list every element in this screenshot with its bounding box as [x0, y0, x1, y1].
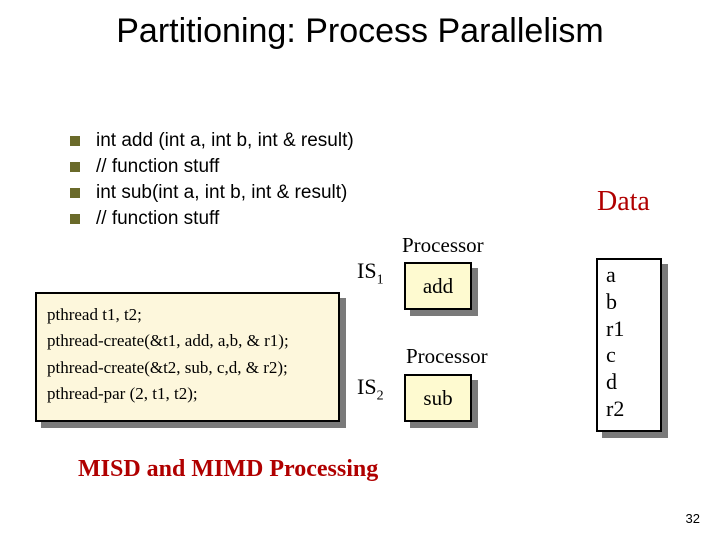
data-label: Data: [597, 186, 650, 218]
add-face: add: [404, 262, 472, 310]
bullet-text: int sub(int a, int b, int & result): [96, 182, 347, 204]
data-box: a b r1 c d r2: [596, 258, 662, 432]
is1-prefix: IS: [357, 258, 377, 283]
data-item: r2: [606, 396, 652, 423]
pthread-line: pthread-par (2, t1, t2);: [47, 381, 328, 407]
data-item: r1: [606, 316, 652, 343]
pthread-line: pthread-create(&t2, sub, c,d, & r2);: [47, 355, 328, 381]
add-label: add: [423, 274, 453, 299]
square-bullet-icon: [70, 136, 80, 146]
data-item: b: [606, 289, 652, 316]
pthread-line: pthread t1, t2;: [47, 302, 328, 328]
slide-title: Partitioning: Process Parallelism: [0, 12, 720, 51]
sub-face: sub: [404, 374, 472, 422]
is2-sub: 2: [377, 388, 384, 403]
square-bullet-icon: [70, 162, 80, 172]
square-bullet-icon: [70, 214, 80, 224]
is2-prefix: IS: [357, 374, 377, 399]
bullet-text: int add (int a, int b, int & result): [96, 130, 354, 152]
page-number: 32: [686, 511, 700, 526]
bullet-text: // function stuff: [96, 208, 219, 230]
processor1-label: Processor: [402, 233, 484, 258]
data-item: a: [606, 262, 652, 289]
bullet-item: // function stuff: [70, 156, 490, 178]
slide: Partitioning: Process Parallelism int ad…: [0, 0, 720, 540]
sub-processor-box: sub: [404, 374, 472, 422]
bullet-item: // function stuff: [70, 208, 490, 230]
bullet-item: int sub(int a, int b, int & result): [70, 182, 490, 204]
pthread-code-box: pthread t1, t2; pthread-create(&t1, add,…: [35, 292, 340, 422]
pthread-line: pthread-create(&t1, add, a,b, & r1);: [47, 328, 328, 354]
pthread-code-face: pthread t1, t2; pthread-create(&t1, add,…: [35, 292, 340, 422]
bullet-text: // function stuff: [96, 156, 219, 178]
is2-label: IS2: [357, 374, 384, 404]
add-processor-box: add: [404, 262, 472, 310]
bullet-item: int add (int a, int b, int & result): [70, 130, 490, 152]
data-item: d: [606, 369, 652, 396]
bullet-list: int add (int a, int b, int & result) // …: [70, 130, 490, 234]
data-item: c: [606, 342, 652, 369]
processor2-label: Processor: [406, 344, 488, 369]
data-face: a b r1 c d r2: [596, 258, 662, 432]
footer-text: MISD and MIMD Processing: [78, 456, 378, 483]
square-bullet-icon: [70, 188, 80, 198]
is1-label: IS1: [357, 258, 384, 288]
sub-label: sub: [423, 386, 452, 411]
is1-sub: 1: [377, 272, 384, 287]
